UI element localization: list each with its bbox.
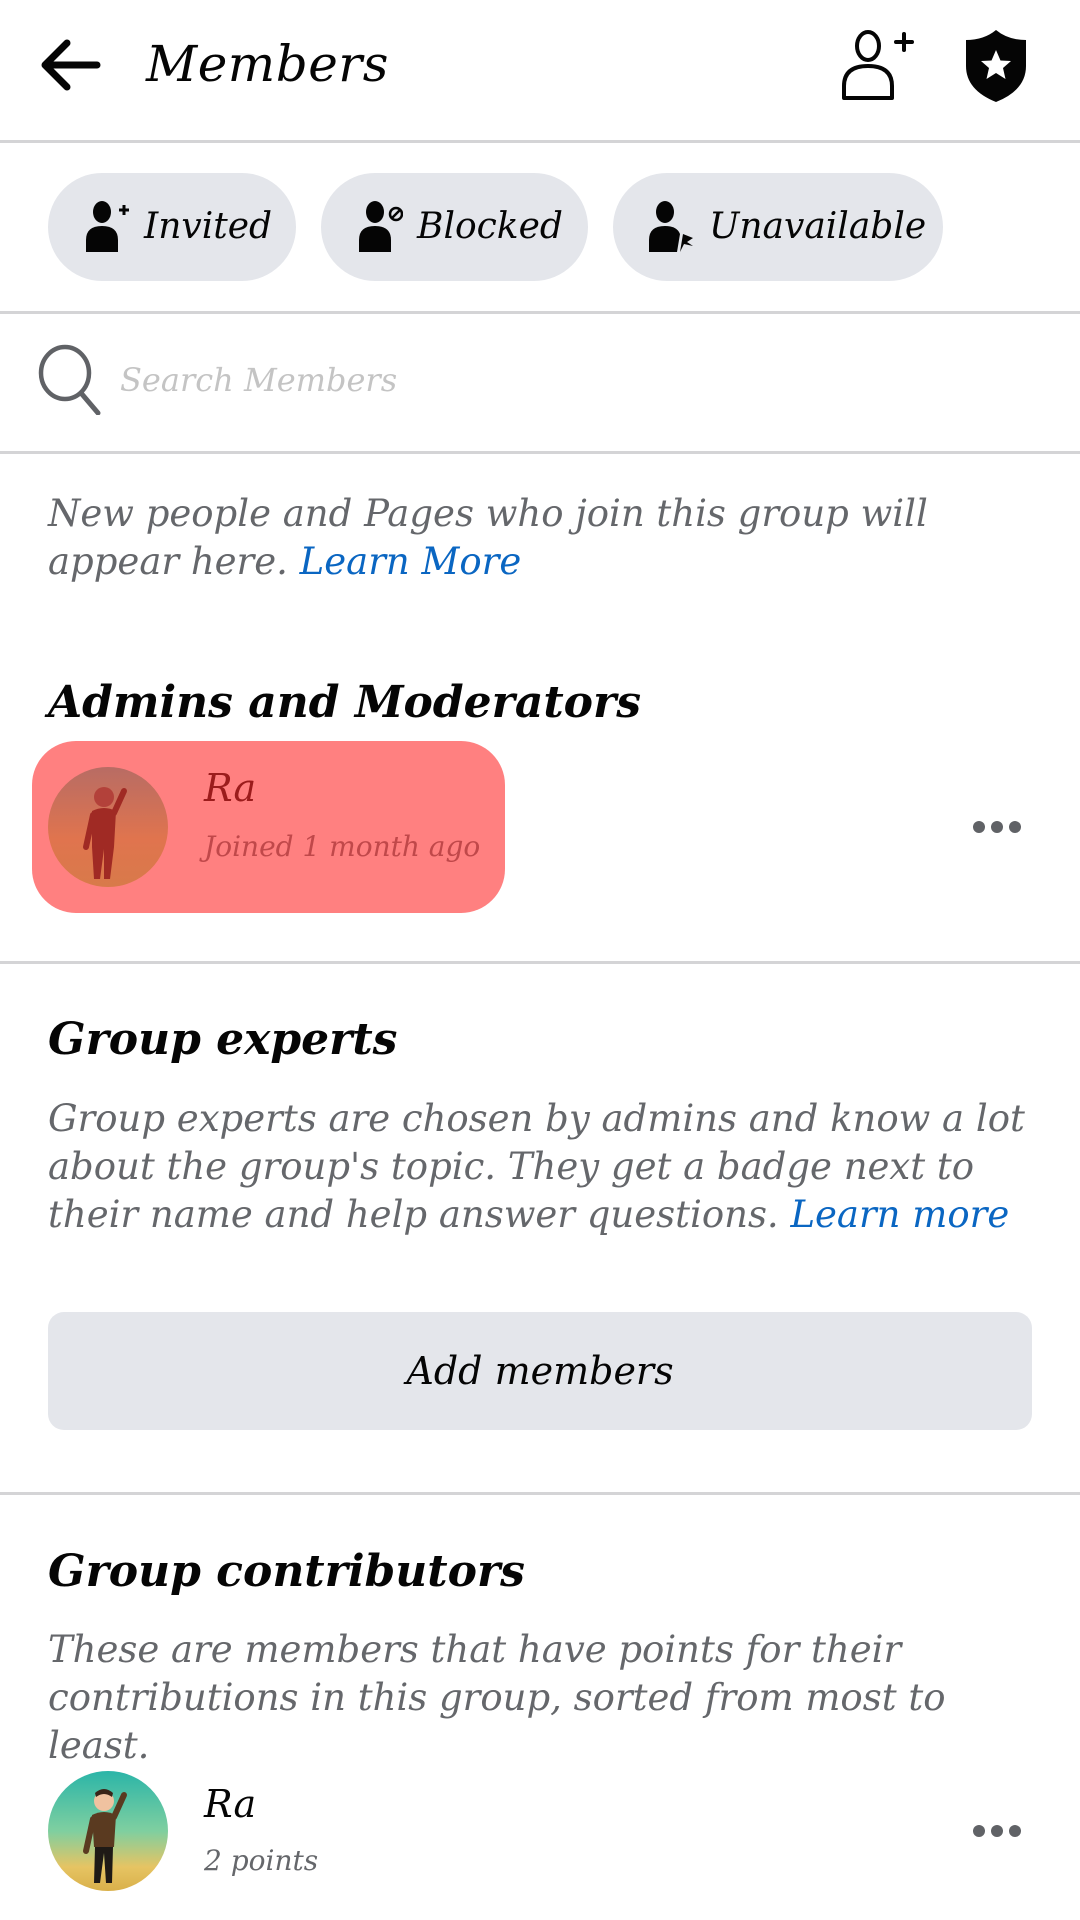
chip-label: Blocked: [417, 206, 563, 247]
add-members-button[interactable]: Add members: [48, 1312, 1032, 1430]
info-text: New people and Pages who join this group…: [48, 490, 1048, 586]
shield-star-icon: [966, 30, 1026, 102]
chip-invited[interactable]: Invited: [48, 173, 296, 281]
more-options-button[interactable]: [962, 802, 1032, 852]
experts-section-title: Group experts: [48, 1014, 398, 1065]
avatar-image: [48, 767, 168, 887]
person-plus-icon: [86, 201, 129, 252]
chips-divider: [0, 311, 1080, 314]
person-add-icon: [842, 30, 914, 100]
avatar[interactable]: [48, 767, 168, 887]
arrow-left-icon: [41, 39, 101, 91]
avatar[interactable]: [48, 1771, 168, 1891]
contributor-member-row[interactable]: Ra 2 points: [0, 1745, 1080, 1917]
dot: [991, 821, 1003, 833]
dot: [1009, 821, 1021, 833]
experts-description: Group experts are chosen by admins and k…: [48, 1095, 1048, 1239]
learn-more-link[interactable]: Learn More: [300, 540, 522, 583]
member-points: 2 points: [204, 1844, 319, 1877]
member-name: Ra: [204, 1782, 257, 1826]
experts-divider: [0, 1492, 1080, 1495]
person-blocked-icon: [359, 201, 403, 252]
chip-blocked[interactable]: Blocked: [321, 173, 588, 281]
dot: [991, 1825, 1003, 1837]
add-member-button[interactable]: [836, 26, 920, 106]
admin-tools-button[interactable]: [958, 26, 1034, 106]
dot: [973, 821, 985, 833]
chip-label: Unavailable: [709, 206, 927, 247]
person-flag-icon: [649, 201, 693, 252]
back-button[interactable]: [30, 30, 110, 100]
search-divider: [0, 451, 1080, 454]
admins-divider: [0, 961, 1080, 964]
dot: [1009, 1825, 1021, 1837]
admin-member-row[interactable]: Ra Joined 1 month ago: [0, 741, 1080, 913]
more-options-button[interactable]: [962, 1806, 1032, 1856]
avatar-image: [48, 1771, 168, 1891]
learn-more-link[interactable]: Learn more: [790, 1193, 1009, 1236]
chip-unavailable[interactable]: Unavailable: [613, 173, 943, 281]
page-title: Members: [146, 35, 389, 93]
chip-label: Invited: [144, 206, 273, 247]
admins-section-title: Admins and Moderators: [48, 677, 641, 728]
member-joined: Joined 1 month ago: [204, 830, 481, 863]
member-name: Ra: [204, 766, 257, 810]
search-icon: [38, 344, 101, 415]
dot: [973, 1825, 985, 1837]
search-input[interactable]: [120, 355, 1020, 405]
header-divider: [0, 140, 1080, 143]
contributors-section-title: Group contributors: [48, 1546, 525, 1597]
